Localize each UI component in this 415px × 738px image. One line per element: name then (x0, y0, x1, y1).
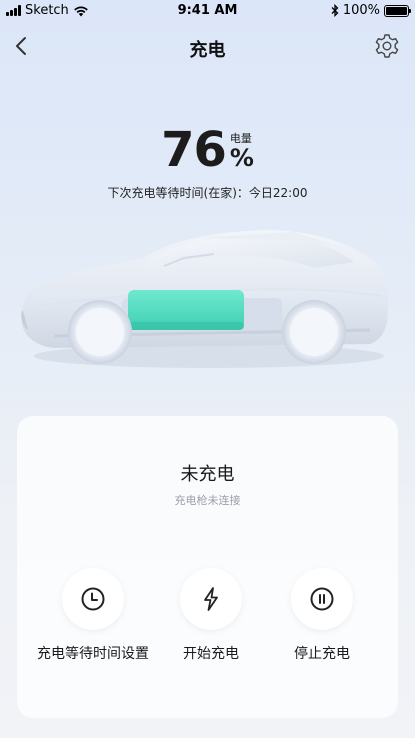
battery-icon (384, 4, 411, 17)
charge-wait-time-button[interactable]: 充电等待时间设置 (28, 568, 158, 663)
charger-connection-status: 充电枪未连接 (174, 494, 241, 507)
charging-status: 未充电 (180, 464, 235, 485)
back-button[interactable] (10, 32, 34, 60)
action-circle (291, 568, 353, 630)
clock-icon (81, 587, 105, 611)
status-bar: Sketch 9:41 AM 100% (0, 0, 415, 22)
page-title: 充电 (189, 40, 226, 61)
stop-charging-button[interactable]: 停止充电 (257, 568, 387, 663)
action-label: 停止充电 (294, 646, 350, 662)
chevron-left-icon (16, 37, 26, 55)
battery-level-value: 76 (161, 122, 227, 178)
next-charge-schedule: 下次充电等待时间(在家)：今日22:00 (107, 186, 308, 200)
settings-button[interactable] (373, 32, 401, 60)
charging-card: 未充电 充电枪未连接 充电等待时间设置 开始充电 停止充电 (17, 416, 398, 718)
status-right: 100% (331, 3, 411, 18)
action-label: 充电等待时间设置 (37, 646, 149, 662)
pause-icon (310, 587, 334, 611)
action-circle (62, 568, 124, 630)
charging-actions: 充电等待时间设置 开始充电 停止充电 (17, 568, 398, 668)
lightning-icon (204, 587, 218, 611)
gear-icon (375, 34, 399, 58)
battery-percent: 100% (342, 3, 380, 18)
car-illustration (21, 230, 389, 368)
bluetooth-icon (331, 4, 339, 17)
action-circle (180, 568, 242, 630)
battery-level: 76 电量 % (0, 124, 415, 176)
battery-level-unit: % (229, 144, 254, 172)
